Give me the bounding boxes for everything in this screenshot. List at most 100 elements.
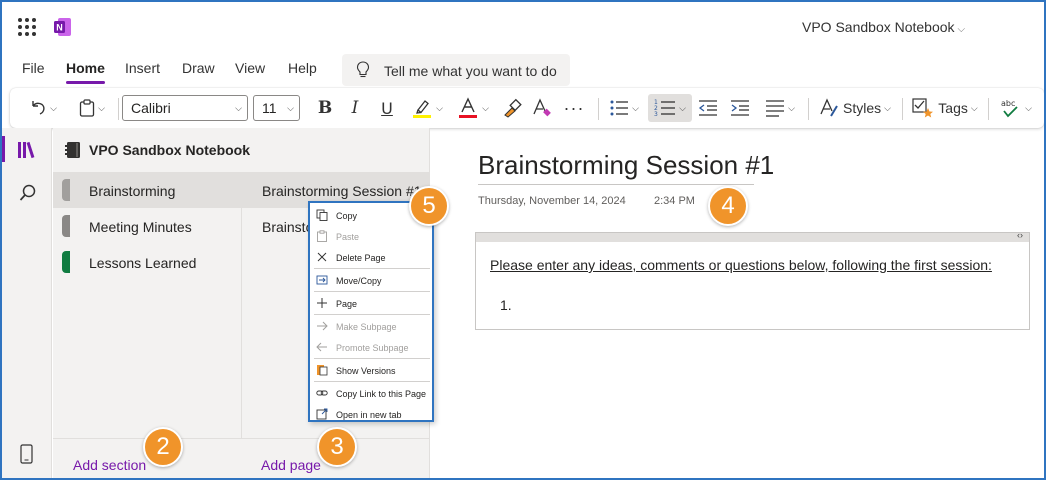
menu-item-paste[interactable]: Paste xyxy=(310,226,432,246)
italic-button[interactable]: I xyxy=(342,94,368,122)
section-item-brainstorming[interactable]: Brainstorming xyxy=(53,172,241,208)
section-item-lessons-learned[interactable]: Lessons Learned xyxy=(53,244,241,280)
tab-insert[interactable]: Insert xyxy=(125,60,160,76)
chevron-down-icon: ⌵ xyxy=(632,102,639,113)
align-button[interactable]: ⌵ xyxy=(760,94,800,122)
arrow-right-icon xyxy=(317,321,328,331)
onenote-logo-icon: N xyxy=(54,18,71,36)
paste-icon xyxy=(317,230,327,242)
align-left-icon xyxy=(766,100,785,117)
decrease-indent-icon xyxy=(698,100,717,116)
bullets-button[interactable]: ⌵ xyxy=(606,94,642,122)
numbered-list-item[interactable]: 1. xyxy=(500,297,512,313)
format-painter-icon xyxy=(504,98,522,118)
format-painter-button[interactable] xyxy=(500,94,524,122)
menu-item-move-copy[interactable]: Move/Copy xyxy=(310,270,432,290)
spelling-button[interactable]: abc ⌵ xyxy=(994,94,1038,122)
menu-item-delete-page[interactable]: Delete Page xyxy=(310,247,432,267)
tag-checkbox-icon xyxy=(912,98,934,118)
section-tab-icon xyxy=(62,251,70,273)
title-bar: N VPO Sandbox Notebook ⌵ xyxy=(2,2,1044,50)
note-container[interactable]: ‹› Please enter any ideas, comments or q… xyxy=(475,230,1030,330)
app-launcher-icon[interactable] xyxy=(18,18,36,36)
tags-button[interactable]: Tags ⌵ xyxy=(908,94,982,122)
undo-icon xyxy=(32,101,45,115)
spellcheck-icon: abc xyxy=(1001,99,1018,118)
tags-label: Tags xyxy=(938,100,968,116)
menu-item-show-versions[interactable]: Show Versions xyxy=(310,360,432,380)
numbering-button[interactable]: 123 ⌵ xyxy=(648,94,692,122)
clear-formatting-icon xyxy=(533,98,551,117)
font-name-select[interactable]: Calibri ⌵ xyxy=(122,95,248,121)
section-label: Brainstorming xyxy=(89,183,176,199)
ribbon-divider xyxy=(808,98,809,120)
increase-indent-icon xyxy=(731,100,749,116)
clear-formatting-button[interactable] xyxy=(530,94,554,122)
menu-item-open-new-tab[interactable]: Open in new tab xyxy=(310,404,432,424)
notebook-title-dropdown[interactable]: VPO Sandbox Notebook ⌵ xyxy=(802,19,965,35)
notebooks-icon[interactable] xyxy=(16,140,38,160)
page-context-menu: Copy Paste Delete Page Move/Copy Page Ma… xyxy=(308,201,434,422)
tab-help[interactable]: Help xyxy=(288,60,317,76)
styles-label: Styles xyxy=(843,100,882,116)
callout-5: 5 xyxy=(409,186,449,226)
chevron-down-icon: ⌵ xyxy=(50,102,57,113)
tell-me-search[interactable]: Tell me what you want to do xyxy=(342,54,570,86)
more-options-button[interactable]: ··· xyxy=(562,94,586,122)
font-size-select[interactable]: 11 ⌵ xyxy=(253,95,300,121)
note-instruction-text[interactable]: Please enter any ideas, comments or ques… xyxy=(490,257,992,273)
search-icon[interactable] xyxy=(19,184,37,202)
clipboard-icon xyxy=(79,99,95,117)
lightbulb-icon xyxy=(356,61,370,78)
spell-abc-text: abc xyxy=(1001,99,1015,108)
decrease-indent-button[interactable] xyxy=(696,94,720,122)
section-tab-icon xyxy=(62,215,70,237)
section-item-meeting-minutes[interactable]: Meeting Minutes xyxy=(53,208,241,244)
font-name-value: Calibri xyxy=(131,100,171,116)
menu-item-label: Page xyxy=(336,299,358,309)
highlight-button[interactable]: ⌵ xyxy=(406,94,448,122)
ribbon-divider xyxy=(902,98,903,120)
svg-text:N: N xyxy=(56,23,63,33)
bold-button[interactable]: B xyxy=(312,94,338,122)
notebook-icon xyxy=(65,142,80,158)
close-icon xyxy=(317,252,327,262)
mobile-device-icon[interactable] xyxy=(20,444,33,464)
section-label: Meeting Minutes xyxy=(89,219,192,235)
callout-4: 4 xyxy=(708,186,748,226)
menu-item-label: Paste xyxy=(336,232,360,242)
page-title[interactable]: Brainstorming Session #1 xyxy=(478,150,774,181)
clipboard-button[interactable]: ⌵ xyxy=(70,94,114,122)
menu-separator xyxy=(314,314,430,315)
versions-icon xyxy=(317,365,328,376)
tab-draw[interactable]: Draw xyxy=(182,60,215,76)
menu-item-label: Delete Page xyxy=(336,253,386,263)
menu-item-copy-link[interactable]: Copy Link to this Page xyxy=(310,383,432,403)
underline-button[interactable]: U xyxy=(374,94,400,122)
add-section-link[interactable]: Add section xyxy=(73,457,146,473)
callout-2: 2 xyxy=(143,427,183,467)
menu-item-make-subpage[interactable]: Make Subpage xyxy=(310,316,432,336)
notebook-header[interactable]: VPO Sandbox Notebook ⌵ xyxy=(53,128,429,172)
undo-button[interactable]: ⌵ xyxy=(22,94,64,122)
styles-button[interactable]: Styles ⌵ xyxy=(816,94,894,122)
tab-file[interactable]: File xyxy=(22,60,45,76)
increase-indent-button[interactable] xyxy=(728,94,752,122)
menu-item-new-page[interactable]: Page xyxy=(310,293,432,313)
ribbon-toolbar: ⌵ ⌵ Calibri ⌵ 11 ⌵ B I U ⌵ ⌵ ··· ⌵ 1 2 3… xyxy=(10,88,1044,128)
resize-handle-icon[interactable]: ‹› xyxy=(1017,230,1023,240)
notebook-name: VPO Sandbox Notebook xyxy=(89,142,251,158)
link-icon xyxy=(316,390,328,396)
svg-text:3: 3 xyxy=(654,111,658,118)
menu-item-label: Move/Copy xyxy=(336,276,382,286)
font-size-value: 11 xyxy=(262,100,277,116)
menu-item-label: Make Subpage xyxy=(336,322,397,332)
note-container-header[interactable]: ‹› xyxy=(476,230,1029,242)
tab-view[interactable]: View xyxy=(235,60,265,76)
page-date: Thursday, November 14, 2024 xyxy=(478,195,626,207)
tab-home[interactable]: Home xyxy=(66,60,105,84)
add-page-link[interactable]: Add page xyxy=(261,457,321,473)
app-window: N VPO Sandbox Notebook ⌵ File Home Insert… xyxy=(0,0,1046,480)
font-color-button[interactable]: ⌵ xyxy=(454,94,492,122)
menu-item-promote-subpage[interactable]: Promote Subpage xyxy=(310,337,432,357)
